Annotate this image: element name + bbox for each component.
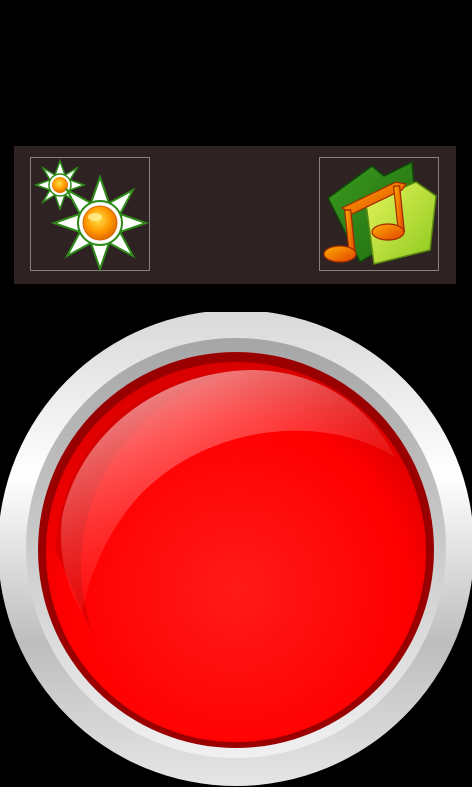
app-screen: [0, 0, 472, 787]
sun-settings-icon: [33, 158, 150, 272]
settings-button[interactable]: [30, 157, 150, 272]
top-toolbar: [14, 146, 456, 284]
red-push-button: [0, 312, 472, 786]
music-folder-icon: [323, 160, 437, 265]
big-red-button[interactable]: [0, 312, 472, 787]
music-folder-button[interactable]: [319, 157, 439, 271]
